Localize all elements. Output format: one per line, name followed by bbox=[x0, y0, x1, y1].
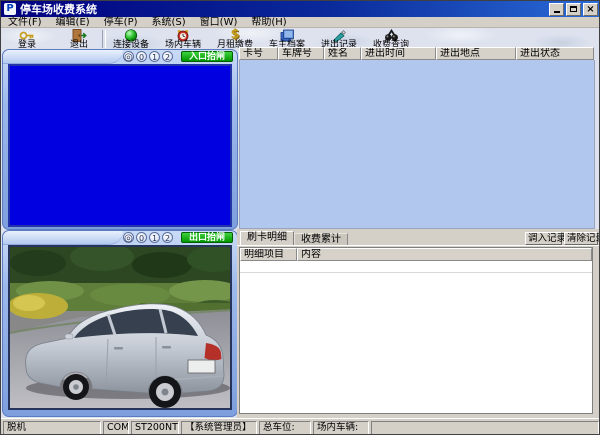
exit-camera-panel: ◎ 0 1 2 出口抬闸 bbox=[2, 230, 238, 417]
toolbar-connect-device-button[interactable]: 连接设备 bbox=[107, 28, 155, 50]
entrance-channel-0-button[interactable]: 0 bbox=[136, 51, 147, 62]
entrance-video-screen bbox=[8, 64, 232, 227]
clear-records-button[interactable]: 清除记录 bbox=[564, 232, 598, 245]
app-icon: P bbox=[4, 3, 16, 15]
exit-channel-1-button[interactable]: 1 bbox=[149, 232, 160, 243]
records-header-row: 卡号 车牌号 姓名 进出时间 进出地点 进出状态 bbox=[239, 47, 595, 60]
entrance-camera-panel: ◎ 0 1 2 入口抬闸 bbox=[2, 49, 238, 230]
menubar: 文件(F) 编辑(E) 停车(P) 系统(S) 窗口(W) 帮助(H) bbox=[1, 17, 600, 28]
entrance-camera-controls: ◎ 0 1 2 入口抬闸 bbox=[3, 50, 237, 63]
statusbar: 脱机 COM1 ST200NT2 【系统管理员】 总车位: 场内车辆: bbox=[1, 418, 600, 435]
toolbar-exit-button[interactable]: 退出 bbox=[57, 28, 101, 50]
column-card-no[interactable]: 卡号 bbox=[239, 47, 278, 60]
detail-header-row: 明细项目 内容 bbox=[240, 248, 592, 261]
menu-edit[interactable]: 编辑(E) bbox=[49, 17, 97, 28]
minimize-icon bbox=[554, 11, 560, 13]
status-spacer bbox=[371, 421, 599, 435]
exit-channel-0-button[interactable]: 0 bbox=[136, 232, 147, 243]
column-inout-status[interactable]: 进出状态 bbox=[516, 47, 594, 60]
tab-fee-total[interactable]: 收费累计 bbox=[294, 233, 348, 245]
detail-table: 明细项目 内容 bbox=[239, 247, 593, 414]
minimize-button[interactable] bbox=[549, 3, 564, 16]
detail-empty-row bbox=[240, 261, 592, 273]
column-name[interactable]: 姓名 bbox=[324, 47, 361, 60]
exit-video-screen bbox=[8, 245, 232, 410]
entrance-camera-select-icon[interactable]: ◎ bbox=[123, 51, 134, 62]
exit-channel-2-button[interactable]: 2 bbox=[162, 232, 173, 243]
maximize-icon bbox=[570, 6, 577, 12]
toolbar-inside-vehicles-button[interactable]: 场内车辆 bbox=[159, 28, 207, 50]
column-inout-place[interactable]: 进出地点 bbox=[436, 47, 516, 60]
maximize-button[interactable] bbox=[566, 3, 581, 16]
menu-window[interactable]: 窗口(W) bbox=[193, 17, 245, 28]
toolbar-separator bbox=[102, 30, 106, 48]
status-connection: 脱机 bbox=[3, 421, 101, 435]
column-detail-content[interactable]: 内容 bbox=[297, 248, 592, 261]
column-inout-time[interactable]: 进出时间 bbox=[361, 47, 436, 60]
tab-swipe-detail[interactable]: 刷卡明细 bbox=[240, 231, 294, 245]
exit-raise-gate-button[interactable]: 出口抬闸 bbox=[181, 232, 233, 243]
menu-system[interactable]: 系统(S) bbox=[145, 17, 193, 28]
status-user: 【系统管理员】 bbox=[181, 421, 257, 435]
records-body[interactable] bbox=[239, 60, 595, 229]
column-detail-item[interactable]: 明细项目 bbox=[240, 248, 297, 261]
menu-parking[interactable]: 停车(P) bbox=[97, 17, 145, 28]
menu-help[interactable]: 帮助(H) bbox=[244, 17, 293, 28]
car-photo bbox=[10, 247, 232, 410]
window-title: 停车场收费系统 bbox=[20, 1, 97, 17]
status-inside-vehicles: 场内车辆: bbox=[313, 421, 369, 435]
detail-zone: 刷卡明细 收费累计 调入记录 清除记录 明细项目 内容 bbox=[237, 229, 600, 418]
status-device-model: ST200NT2 bbox=[131, 421, 179, 435]
column-plate-no[interactable]: 车牌号 bbox=[278, 47, 324, 60]
exit-camera-controls: ◎ 0 1 2 出口抬闸 bbox=[3, 231, 237, 244]
tab-strip-line bbox=[237, 245, 600, 246]
titlebar: P 停车场收费系统 × bbox=[1, 1, 600, 17]
status-com-port: COM1 bbox=[103, 421, 129, 435]
app-window: P 停车场收费系统 × 文件(F) 编辑(E) 停车(P) 系统(S) 窗口(W… bbox=[0, 0, 600, 435]
detail-tabs: 刷卡明细 收费累计 bbox=[240, 231, 348, 245]
status-total-spaces: 总车位: bbox=[259, 421, 311, 435]
close-button[interactable]: × bbox=[583, 3, 598, 16]
entrance-channel-1-button[interactable]: 1 bbox=[149, 51, 160, 62]
menu-file[interactable]: 文件(F) bbox=[1, 17, 49, 28]
toolbar-login-button[interactable]: 登录 bbox=[5, 28, 49, 50]
load-records-button[interactable]: 调入记录 bbox=[525, 232, 562, 245]
entrance-raise-gate-button[interactable]: 入口抬闸 bbox=[181, 51, 233, 62]
exit-camera-select-icon[interactable]: ◎ bbox=[123, 232, 134, 243]
inout-records-table: 卡号 车牌号 姓名 进出时间 进出地点 进出状态 bbox=[239, 47, 595, 229]
window-controls: × bbox=[549, 3, 600, 16]
entrance-channel-2-button[interactable]: 2 bbox=[162, 51, 173, 62]
